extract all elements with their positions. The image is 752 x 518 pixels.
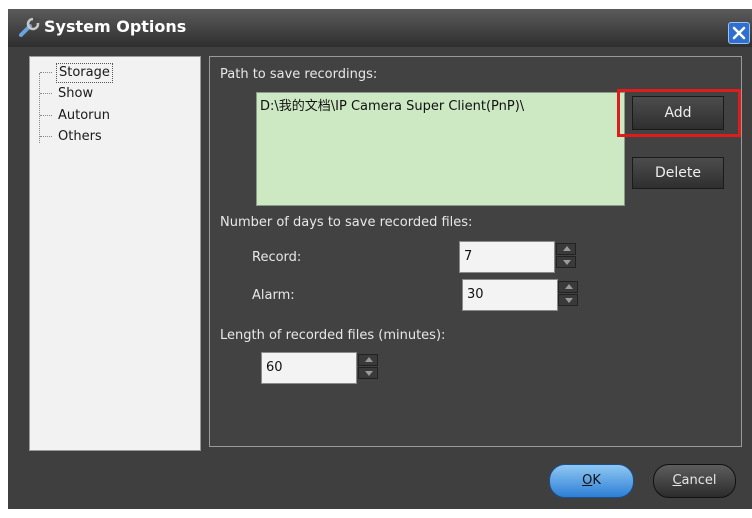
record-label: Record: [252, 250, 302, 265]
tree-guide-line [39, 73, 40, 143]
record-days-input[interactable]: 7 [459, 241, 555, 273]
alarm-days-stepper[interactable] [558, 281, 578, 307]
ok-label-rest: K [592, 473, 601, 488]
options-tree: Storage Show Autorun Others [29, 56, 201, 451]
tree-item-label: Others [58, 129, 102, 144]
increment-arrow-icon[interactable] [558, 281, 578, 293]
recording-path-list[interactable]: D:\我的文档\IP Camera Super Client(PnP)\ [256, 92, 625, 206]
decrement-arrow-icon[interactable] [556, 256, 576, 268]
wrench-icon [18, 17, 40, 38]
days-label: Number of days to save recorded files: [220, 215, 473, 230]
increment-arrow-icon[interactable] [358, 354, 378, 366]
recording-path-item[interactable]: D:\我的文档\IP Camera Super Client(PnP)\ [260, 95, 524, 114]
system-options-dialog: System Options Storage Show Autorun Othe… [8, 9, 752, 509]
tree-item-label: Autorun [58, 108, 111, 123]
tree-item-label: Storage [56, 63, 113, 83]
cancel-button[interactable]: Cancel [653, 464, 736, 498]
delete-button[interactable]: Delete [632, 157, 724, 189]
length-minutes-stepper[interactable] [358, 354, 378, 380]
add-button[interactable]: Add [632, 96, 724, 130]
record-days-stepper[interactable] [556, 243, 576, 269]
alarm-label: Alarm: [252, 288, 295, 303]
path-label: Path to save recordings: [220, 67, 378, 82]
decrement-arrow-icon[interactable] [358, 367, 378, 379]
close-button[interactable] [728, 22, 750, 44]
alarm-days-input[interactable]: 30 [462, 279, 558, 311]
ok-mnemonic: O [582, 473, 593, 488]
cancel-mnemonic: C [672, 473, 682, 488]
decrement-arrow-icon[interactable] [558, 294, 578, 306]
ok-button[interactable]: OK [549, 464, 634, 498]
length-label: Length of recorded files (minutes): [220, 328, 446, 343]
title-bar[interactable]: System Options [8, 9, 752, 47]
window-title: System Options [44, 17, 187, 36]
tree-item-label: Show [58, 86, 94, 101]
cancel-label-rest: ancel [681, 473, 717, 488]
length-minutes-input[interactable]: 60 [261, 352, 357, 384]
close-icon [732, 26, 746, 40]
increment-arrow-icon[interactable] [556, 243, 576, 255]
